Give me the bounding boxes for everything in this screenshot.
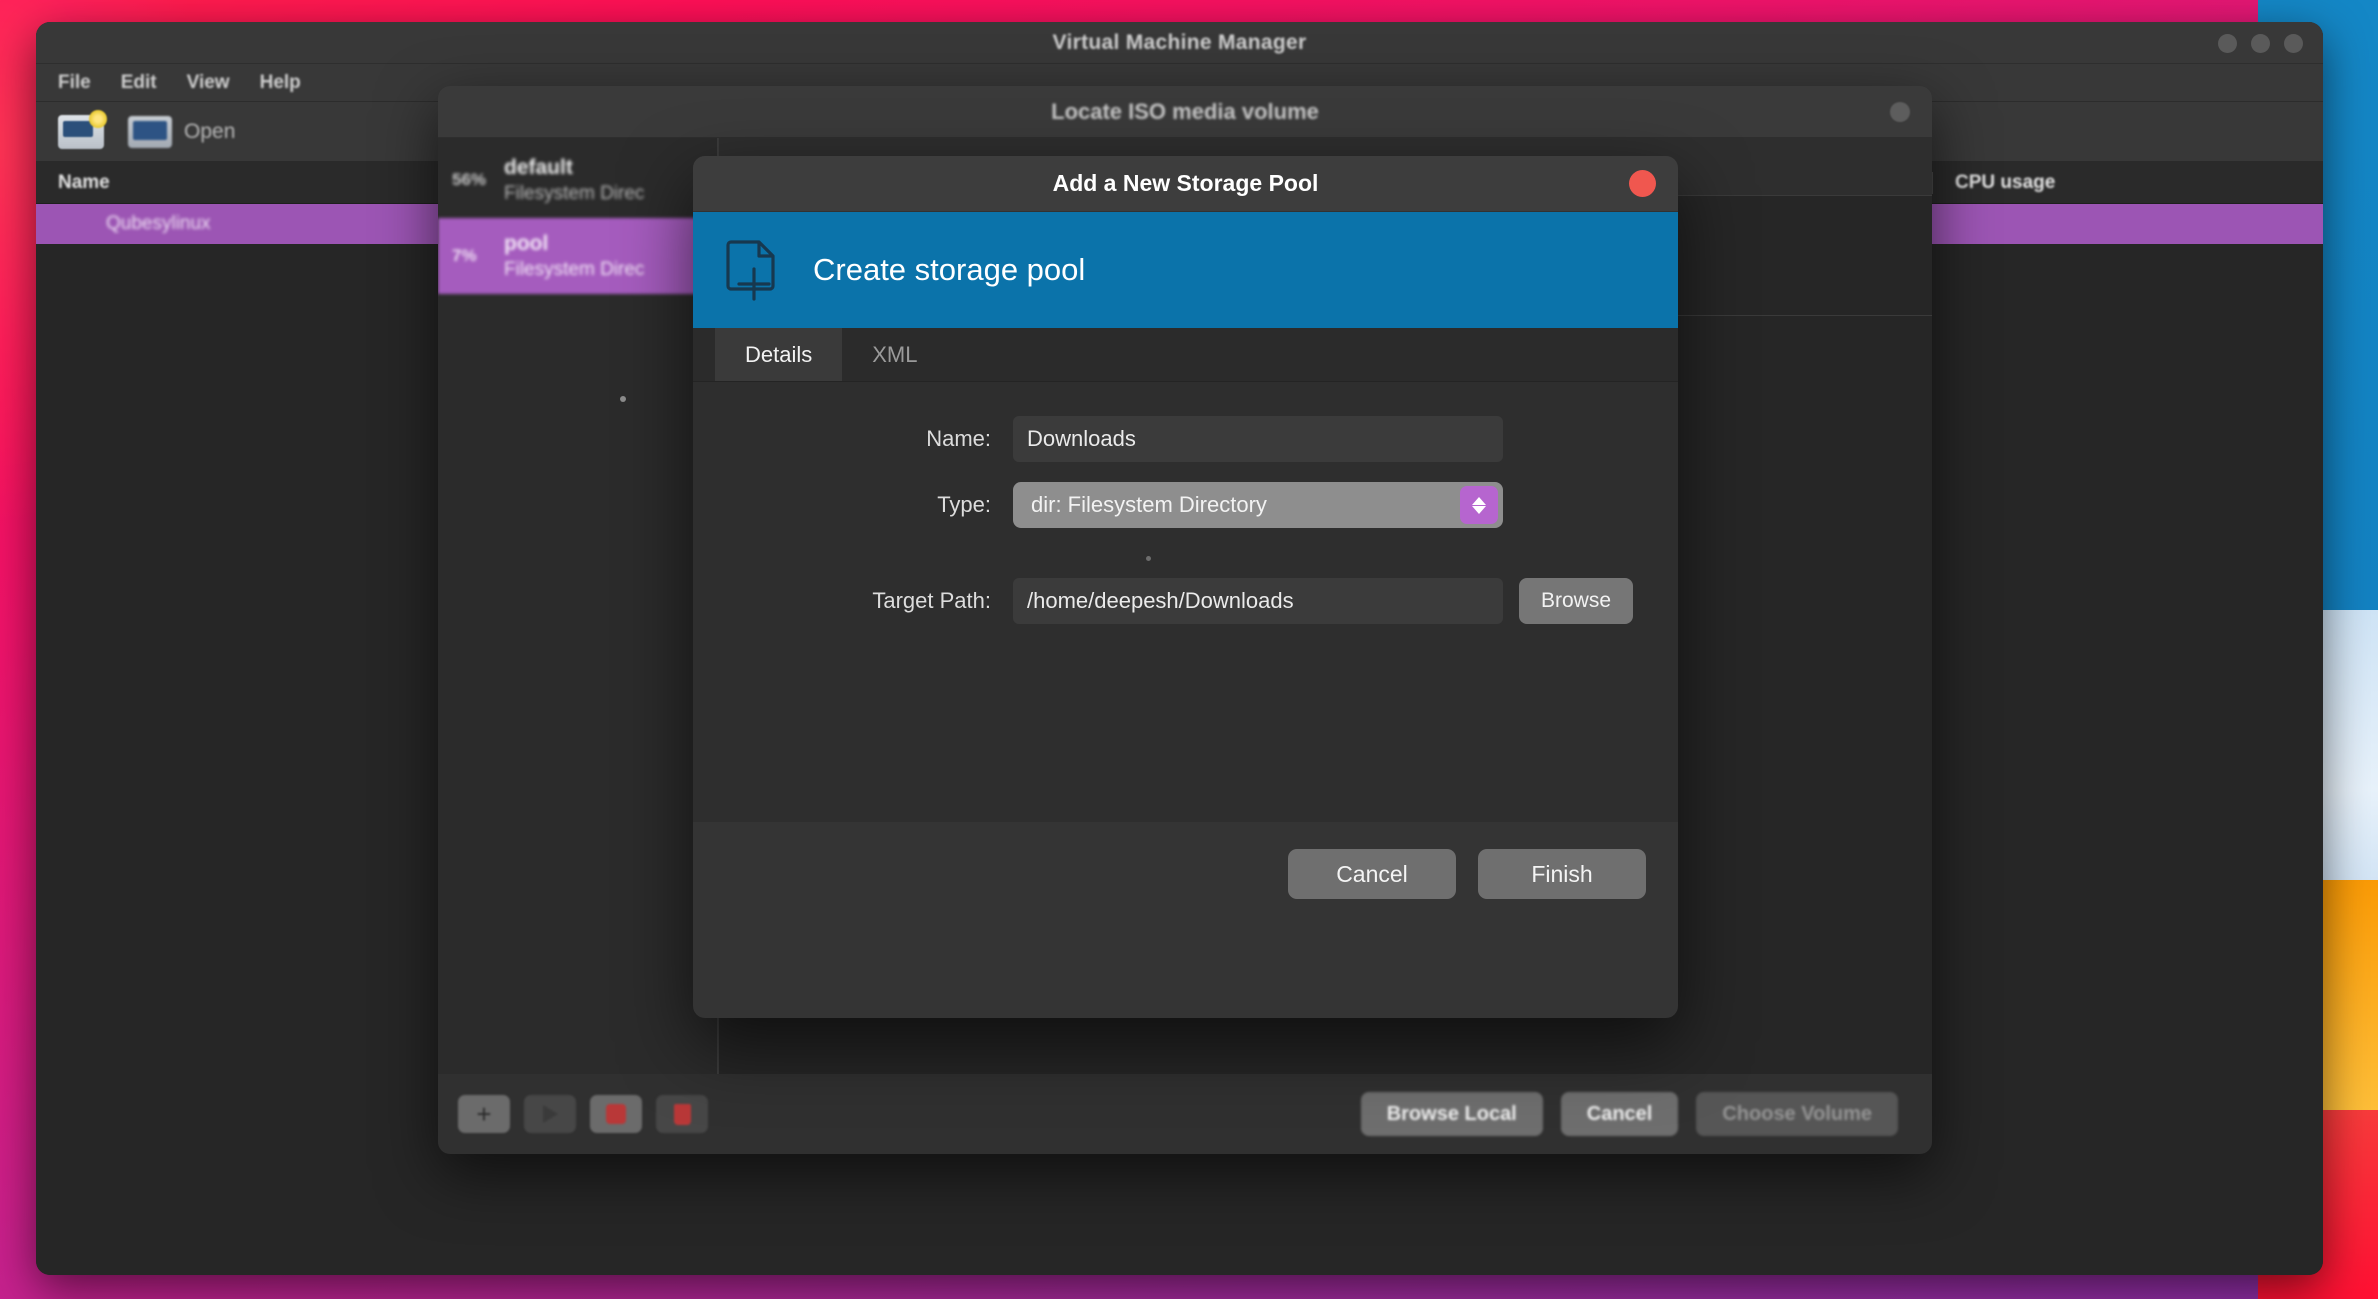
open-button-label: Open bbox=[184, 119, 236, 143]
add-pool-button[interactable]: + bbox=[458, 1095, 510, 1133]
column-header-name[interactable]: Name bbox=[36, 172, 110, 194]
stop-pool-button[interactable] bbox=[590, 1095, 642, 1133]
target-path-label: Target Path: bbox=[872, 588, 991, 613]
name-label: Name: bbox=[926, 426, 991, 451]
target-path-row: Target Path: Browse bbox=[693, 578, 1648, 624]
close-icon[interactable] bbox=[2284, 33, 2303, 53]
cancel-button[interactable]: Cancel bbox=[1560, 1092, 1679, 1136]
pool-dialog-form: Name: Type: dir: Filesystem Directory Ta… bbox=[693, 382, 1678, 822]
menu-help[interactable]: Help bbox=[260, 72, 301, 94]
cancel-button[interactable]: Cancel bbox=[1288, 849, 1456, 899]
chevron-down-icon bbox=[1472, 505, 1486, 514]
vm-row-name: Qubesylinux bbox=[106, 213, 211, 234]
pool-toolbar: + bbox=[438, 1074, 718, 1154]
delete-pool-icon bbox=[673, 1103, 691, 1125]
menu-view[interactable]: View bbox=[187, 72, 230, 94]
pool-dialog-footer: Cancel Finish bbox=[693, 822, 1678, 926]
vmm-titlebar: Virtual Machine Manager bbox=[36, 22, 2323, 64]
name-input[interactable] bbox=[1013, 416, 1503, 462]
menu-file[interactable]: File bbox=[58, 72, 91, 94]
minimize-icon[interactable] bbox=[2218, 33, 2237, 53]
storage-pool-list: 56% default Filesystem Direc 7% pool Fil… bbox=[438, 138, 718, 1074]
cursor-artifact bbox=[620, 396, 626, 402]
finish-button[interactable]: Finish bbox=[1478, 849, 1646, 899]
pool-type: Filesystem Direc bbox=[504, 182, 645, 204]
iso-dialog-titlebar: Locate ISO media volume bbox=[438, 86, 1932, 138]
browse-button[interactable]: Browse bbox=[1519, 578, 1634, 624]
pool-dialog-title: Add a New Storage Pool bbox=[1052, 170, 1319, 196]
column-header-right-group: ▾ CPU usage bbox=[1903, 162, 2323, 204]
vmm-window-title: Virtual Machine Manager bbox=[1052, 30, 1307, 54]
start-pool-icon bbox=[542, 1105, 558, 1123]
pool-usage-percent: 7% bbox=[452, 246, 477, 265]
new-vm-icon[interactable] bbox=[58, 109, 107, 149]
list-item[interactable]: 56% default Filesystem Direc bbox=[438, 142, 717, 218]
stop-pool-icon bbox=[606, 1104, 626, 1124]
pool-usage-percent: 56% bbox=[452, 170, 487, 189]
target-path-input[interactable] bbox=[1013, 578, 1503, 624]
open-icon bbox=[128, 115, 172, 148]
pool-banner-title: Create storage pool bbox=[813, 252, 1086, 287]
chevron-updown-icon[interactable] bbox=[1460, 486, 1498, 524]
pool-dialog-tabs: Details XML bbox=[693, 328, 1678, 382]
column-header-cpu-usage[interactable]: CPU usage bbox=[1955, 172, 2055, 194]
name-row: Name: bbox=[693, 416, 1648, 462]
choose-volume-button[interactable]: Choose Volume bbox=[1696, 1092, 1898, 1136]
browse-local-button[interactable]: Browse Local bbox=[1360, 1092, 1543, 1136]
list-item[interactable]: 7% pool Filesystem Direc bbox=[438, 218, 717, 294]
start-pool-button[interactable] bbox=[524, 1095, 576, 1133]
vmm-window-controls bbox=[2218, 22, 2303, 64]
add-pool-icon: + bbox=[476, 1099, 492, 1129]
tab-details[interactable]: Details bbox=[715, 328, 843, 381]
iso-dialog-title: Locate ISO media volume bbox=[1051, 98, 1319, 124]
tab-xml[interactable]: XML bbox=[842, 328, 947, 381]
type-select-value: dir: Filesystem Directory bbox=[1031, 492, 1267, 517]
column-divider bbox=[1932, 172, 1934, 194]
pool-name: pool bbox=[504, 231, 549, 255]
menu-edit[interactable]: Edit bbox=[121, 72, 157, 94]
delete-pool-button[interactable] bbox=[656, 1095, 708, 1133]
open-button[interactable]: Open bbox=[128, 115, 236, 148]
pool-dialog-banner: Create storage pool bbox=[693, 212, 1678, 328]
pool-type: Filesystem Direc bbox=[504, 258, 645, 280]
cursor-artifact-secondary bbox=[1146, 556, 1151, 561]
close-icon[interactable] bbox=[1629, 170, 1656, 197]
chevron-up-icon bbox=[1472, 496, 1486, 505]
type-row: Type: dir: Filesystem Directory bbox=[693, 482, 1648, 528]
maximize-icon[interactable] bbox=[2251, 33, 2270, 53]
new-document-icon bbox=[725, 239, 783, 301]
iso-dialog-footer: Browse Local Cancel Choose Volume bbox=[718, 1074, 1932, 1154]
close-icon[interactable] bbox=[1890, 101, 1910, 122]
pool-name: default bbox=[504, 155, 573, 179]
type-select[interactable]: dir: Filesystem Directory bbox=[1013, 482, 1503, 528]
pool-dialog-titlebar: Add a New Storage Pool bbox=[693, 156, 1678, 212]
type-label: Type: bbox=[937, 492, 991, 517]
add-new-storage-pool-dialog: Add a New Storage Pool Create storage po… bbox=[693, 156, 1678, 1018]
